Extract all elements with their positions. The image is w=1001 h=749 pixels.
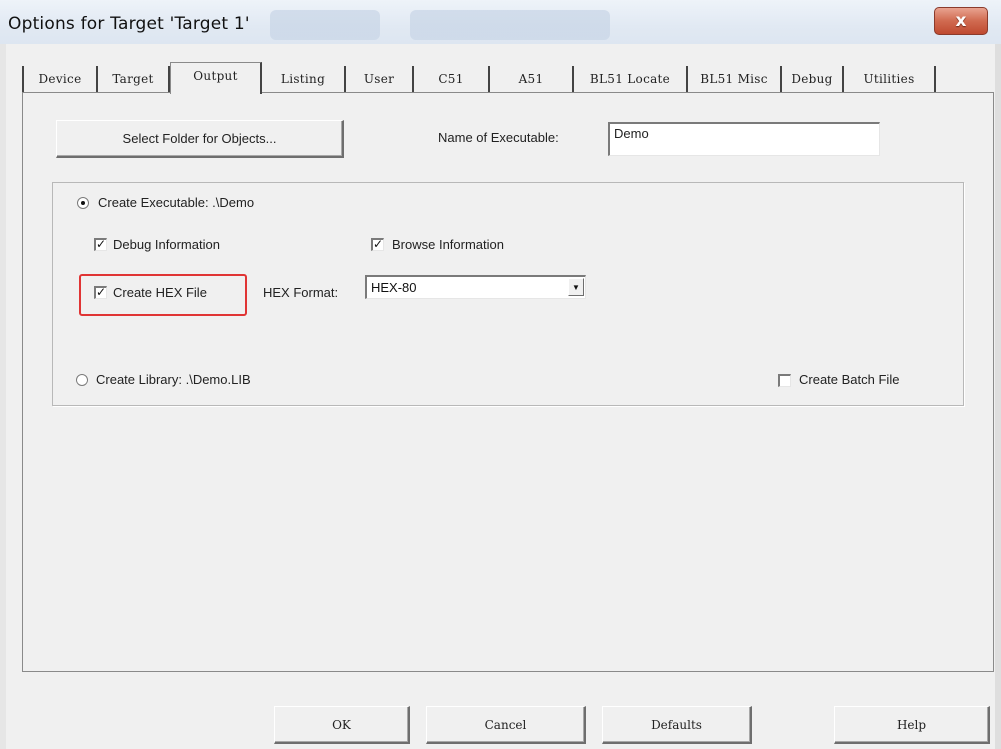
create-library-radio[interactable] [76,374,88,386]
title-blur-decoration [410,10,610,40]
defaults-button[interactable]: Defaults [602,706,752,744]
hex-format-value: HEX-80 [371,280,417,295]
select-folder-label: Select Folder for Objects... [122,131,277,146]
select-folder-button[interactable]: Select Folder for Objects... [56,120,344,158]
defaults-label: Defaults [651,717,702,732]
create-hex-checkbox[interactable]: ✓ [94,286,107,299]
window-title: Options for Target 'Target 1' [8,14,250,34]
tab-user[interactable]: User [346,66,414,92]
tab-utilities[interactable]: Utilities [844,66,936,92]
create-executable-radio[interactable] [77,197,89,209]
tab-bl51-locate[interactable]: BL51 Locate [574,66,688,92]
tab-output[interactable]: Output [170,62,262,94]
help-label: Help [896,717,927,732]
tab-strip: Device Target Output Listing User C51 A5… [22,62,1001,94]
debug-info-label: Debug Information [113,237,220,252]
window-frame-right [995,44,1001,749]
tab-device[interactable]: Device [22,66,98,92]
radio-selected-dot [81,201,85,205]
tab-c51[interactable]: C51 [414,66,490,92]
create-batch-label: Create Batch File [799,372,900,387]
debug-info-checkbox[interactable]: ✓ [94,238,107,251]
close-button[interactable]: x [934,7,988,35]
tab-bl51-misc[interactable]: BL51 Misc [688,66,782,92]
close-icon: x [955,11,967,31]
browse-info-checkbox[interactable]: ✓ [371,238,384,251]
name-executable-value: Demo [614,126,649,141]
hex-format-select[interactable]: HEX-80 ▼ [365,275,586,299]
help-button[interactable]: Help [834,706,990,744]
checkmark-icon: ✓ [373,237,384,251]
create-hex-label: Create HEX File [113,285,207,300]
create-executable-label: Create Executable: .\Demo [98,195,255,210]
create-batch-checkbox[interactable] [778,374,791,387]
hex-format-label: HEX Format: [263,285,339,300]
cancel-label: Cancel [484,717,527,732]
ok-label: OK [332,717,351,732]
name-executable-label: Name of Executable: [438,130,559,145]
create-library-label: Create Library: .\Demo.LIB [96,372,251,387]
name-executable-input[interactable]: Demo [608,122,880,156]
checkmark-icon: ✓ [96,285,107,299]
browse-info-label: Browse Information [392,237,504,252]
checkmark-icon: ✓ [96,237,107,251]
title-bar: Options for Target 'Target 1' x [0,0,1001,45]
tab-debug[interactable]: Debug [782,66,844,92]
tab-target[interactable]: Target [98,66,170,92]
cancel-button[interactable]: Cancel [426,706,586,744]
tab-listing[interactable]: Listing [262,66,346,92]
tab-a51[interactable]: A51 [490,66,574,92]
chevron-down-icon[interactable]: ▼ [568,278,584,296]
title-blur-decoration [270,10,380,40]
ok-button[interactable]: OK [274,706,410,744]
